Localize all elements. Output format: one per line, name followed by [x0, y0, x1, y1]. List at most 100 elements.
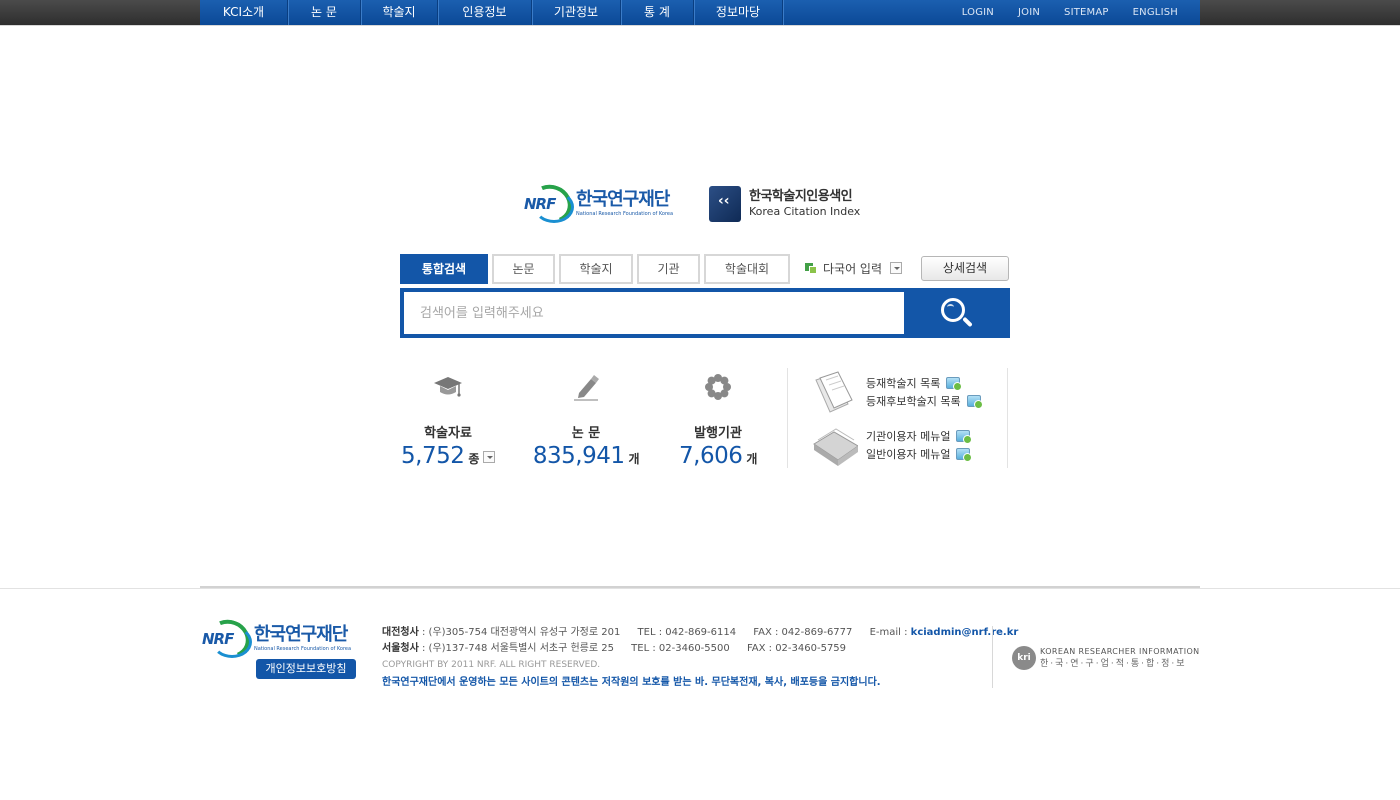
nav-left-strip — [0, 0, 200, 25]
search-tabs: 통합검색 논문 학술지 기관 학술대회 — [400, 254, 794, 284]
nrf-mark-text: NRF — [524, 195, 556, 213]
stat-value: 835,941 — [532, 443, 625, 469]
journal-list-links: 등재학술지 목록 등재후보학술지 목록 — [808, 368, 1008, 416]
stat-unit: 개 — [628, 452, 640, 466]
nrf-wordmark: 한국연구재단 National Research Foundation of K… — [254, 625, 351, 653]
nrf-name-ko: 한국연구재단 — [254, 624, 348, 645]
stat-label: 학술자료 — [424, 426, 472, 441]
multilang-input-toggle[interactable]: 다국어 입력 — [805, 259, 903, 277]
stat-academic-materials: 학술자료 5,752 종 — [383, 370, 513, 469]
chevron-down-icon[interactable] — [482, 450, 495, 463]
stat-unit: 개 — [746, 452, 757, 466]
kci-logo[interactable]: ‹‹ 한국학술지인용색인 Korea Citation Index — [709, 184, 869, 224]
email-link[interactable]: kciadmin@nrf.re.kr — [911, 627, 1019, 638]
daejeon-address-row: 대전청사 : (우)305-754 대전광역시 유성구 가정로 201 TEL … — [382, 625, 1018, 641]
email-label: E-mail : — [869, 627, 908, 638]
menu-journals[interactable]: 학술지 — [361, 0, 438, 25]
daejeon-tel: TEL : 042-869-6114 — [637, 627, 737, 638]
nrf-mark-text: NRF — [202, 630, 234, 648]
menu-info-board[interactable]: 정보마당 — [694, 0, 783, 25]
stat-unit: 종 — [468, 452, 479, 466]
footer-nrf-logo: NRF 한국연구재단 National Research Foundation … — [200, 613, 360, 665]
tab-papers[interactable]: 논문 — [492, 254, 555, 284]
registered-journals-link[interactable]: 등재학술지 목록 — [866, 375, 963, 391]
sitemap-link[interactable]: SITEMAP — [1052, 0, 1121, 25]
nrf-mark-icon: NRF — [200, 613, 256, 665]
nrf-name-en: National Research Foundation of Korea — [576, 211, 674, 217]
nav-inner: KCI소개 논 문 학술지 인용정보 기관정보 통 계 정보마당 LOGIN J… — [200, 0, 1200, 25]
seoul-label: 서울청사 — [382, 643, 419, 654]
window-icon — [956, 448, 973, 462]
divider — [787, 368, 788, 468]
tab-integrated-search[interactable]: 통합검색 — [400, 254, 488, 284]
graduation-cap-icon — [383, 370, 513, 404]
stat-label: 논 문 — [571, 426, 601, 441]
kri-name-ko: 한·국·연·구·업·적·통·합·정·보 — [1040, 659, 1187, 669]
nrf-wordmark: 한국연구재단 National Research Foundation of K… — [576, 190, 673, 218]
footer-info: 대전청사 : (우)305-754 대전광역시 유성구 가정로 201 TEL … — [382, 625, 1018, 691]
gear-flower-icon — [653, 370, 783, 404]
stat-value: 5,752 — [401, 443, 465, 469]
documents-icon — [812, 370, 854, 414]
general-manual-link[interactable]: 일반이용자 메뉴얼 — [866, 446, 973, 462]
seoul-address-row: 서울청사 : (우)137-748 서울특별시 서초구 헌릉로 25 TEL :… — [382, 641, 1018, 657]
menu-papers[interactable]: 논 문 — [288, 0, 361, 25]
menu-institution-info[interactable]: 기관정보 — [532, 0, 621, 25]
kri-logo[interactable]: kri KOREAN RESEARCHER INFORMATION 한·국·연·… — [1012, 644, 1202, 672]
kri-name-en: KOREAN RESEARCHER INFORMATION — [1040, 647, 1200, 656]
stat-label: 발행기관 — [694, 426, 742, 441]
candidate-journals-link[interactable]: 등재후보학술지 목록 — [866, 393, 983, 409]
link-label: 등재학술지 목록 — [866, 377, 941, 390]
tab-conferences[interactable]: 학술대회 — [704, 254, 790, 284]
nrf-name-ko: 한국연구재단 — [576, 189, 670, 210]
kri-mark-icon: kri — [1012, 646, 1036, 670]
copyright: COPYRIGHT BY 2011 NRF. ALL RIGHT RESERVE… — [382, 660, 601, 670]
privacy-policy-button[interactable]: 개인정보보호방침 — [256, 659, 356, 679]
seoul-fax: FAX : 02-3460-5759 — [746, 643, 847, 654]
tab-institutions[interactable]: 기관 — [637, 254, 700, 284]
daejeon-address: : (우)305-754 대전광역시 유성구 가정로 201 — [422, 627, 621, 638]
menu-statistics[interactable]: 통 계 — [621, 0, 694, 25]
manual-book-icon — [812, 422, 859, 466]
nrf-logo[interactable]: NRF 한국연구재단 National Research Foundation … — [522, 178, 682, 230]
tab-journals[interactable]: 학술지 — [559, 254, 633, 284]
window-icon — [966, 395, 983, 409]
link-label: 일반이용자 메뉴얼 — [866, 448, 951, 461]
seoul-address: : (우)137-748 서울특별시 서초구 헌릉로 25 — [422, 643, 614, 654]
link-label: 등재후보학술지 목록 — [866, 395, 961, 408]
login-link[interactable]: LOGIN — [950, 0, 1006, 25]
kci-wordmark: 한국학술지인용색인 Korea Citation Index — [749, 189, 860, 219]
kci-book-icon: ‹‹ — [709, 186, 741, 222]
seoul-tel: TEL : 02-3460-5500 — [631, 643, 730, 654]
stat-papers: 논 문 835,941 개 — [521, 370, 651, 469]
stat-value: 7,606 — [679, 443, 743, 469]
search-button[interactable] — [904, 288, 1010, 338]
daejeon-label: 대전청사 — [382, 627, 419, 638]
daejeon-fax: FAX : 042-869-6777 — [753, 627, 853, 638]
main-menu: KCI소개 논 문 학술지 인용정보 기관정보 통 계 정보마당 — [200, 0, 783, 25]
menu-citation-info[interactable]: 인용정보 — [438, 0, 532, 25]
manual-links: 기관이용자 메뉴얼 일반이용자 메뉴얼 — [808, 420, 1008, 468]
nrf-mark-icon: NRF — [522, 178, 578, 230]
nrf-name-en: National Research Foundation of Korea — [254, 646, 352, 652]
english-link[interactable]: ENGLISH — [1121, 0, 1190, 25]
kri-wordmark: KOREAN RESEARCHER INFORMATION 한·국·연·구·업·… — [1040, 647, 1200, 669]
stat-publishers: 발행기관 7,606 개 — [653, 370, 783, 469]
advanced-search-button[interactable]: 상세검색 — [921, 256, 1009, 281]
link-label: 기관이용자 메뉴얼 — [866, 430, 951, 443]
join-link[interactable]: JOIN — [1006, 0, 1052, 25]
stat-value-row: 835,941 개 — [521, 443, 651, 469]
institution-manual-link[interactable]: 기관이용자 메뉴얼 — [866, 428, 973, 444]
nav-right-strip — [1200, 0, 1400, 25]
multilang-icon — [805, 262, 817, 274]
chevron-down-icon[interactable] — [890, 262, 903, 274]
search-box — [400, 288, 1010, 338]
utility-menu: LOGIN JOIN SITEMAP ENGLISH — [950, 0, 1190, 25]
quick-links: 등재학술지 목록 등재후보학술지 목록 기관이용자 메뉴얼 일반이용자 메뉴얼 — [808, 368, 1008, 468]
search-input[interactable] — [404, 292, 904, 334]
kci-name-ko: 한국학술지인용색인 — [749, 189, 853, 204]
menu-kci-intro[interactable]: KCI소개 — [200, 0, 288, 25]
window-icon — [956, 430, 973, 444]
multilang-label: 다국어 입력 — [823, 261, 883, 276]
kci-name-en: Korea Citation Index — [749, 205, 861, 218]
